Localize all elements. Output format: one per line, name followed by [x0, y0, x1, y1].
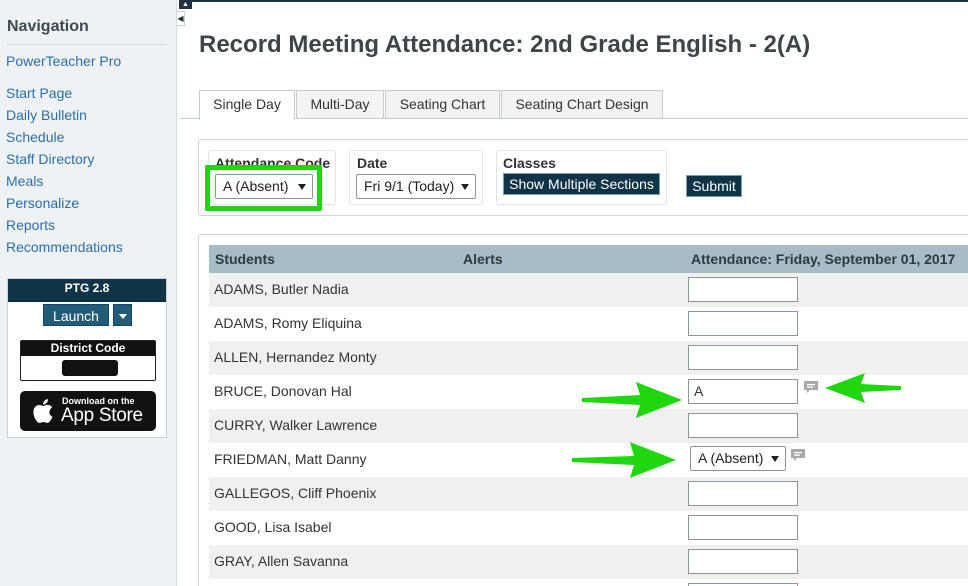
district-code-label: District Code	[21, 341, 155, 356]
header-students: Students	[215, 251, 275, 267]
apple-logo-icon	[33, 399, 53, 423]
attendance-input[interactable]	[688, 311, 798, 336]
attendance-input[interactable]	[688, 481, 798, 506]
table-row: GALLEGOS, Cliff Phoenix	[209, 477, 968, 511]
launch-button[interactable]: Launch	[43, 304, 109, 326]
ptg-widget: PTG 2.8 Launch District Code Download on…	[7, 278, 167, 438]
table-header: Students Alerts Attendance: Friday, Sept…	[209, 245, 968, 273]
sidebar-item-powerteacher-pro[interactable]: PowerTeacher Pro	[6, 53, 121, 69]
tab-seating-chart[interactable]: Seating Chart	[385, 90, 500, 119]
sidebar-item-reports[interactable]: Reports	[6, 217, 55, 233]
table-row: GRAY, Allen Savanna	[209, 545, 968, 579]
student-name: BRUCE, Donovan Hal	[214, 383, 352, 399]
tab-multi-day[interactable]: Multi-Day	[296, 90, 384, 119]
appstore-big-text: App Store	[61, 405, 143, 426]
comment-icon[interactable]	[803, 380, 819, 396]
attendance-select-value: A (Absent)	[698, 450, 764, 466]
district-code-field[interactable]	[62, 360, 118, 376]
sidebar-item-recommendations[interactable]: Recommendations	[6, 239, 123, 255]
student-name: GOOD, Lisa Isabel	[214, 519, 332, 535]
launch-dropdown-button[interactable]	[113, 304, 132, 326]
table-row: ADAMS, Romy Eliquina	[209, 307, 968, 341]
sidebar: Navigation PowerTeacher Pro Start Page D…	[0, 0, 177, 586]
tab-single-day[interactable]: Single Day	[199, 90, 295, 120]
header-alerts: Alerts	[463, 251, 503, 267]
attendance-input[interactable]	[688, 277, 798, 302]
sidebar-item-personalize[interactable]: Personalize	[6, 195, 79, 211]
page-title: Record Meeting Attendance: 2nd Grade Eng…	[199, 31, 811, 58]
green-arrow-annotation	[825, 373, 901, 403]
ptg-title: PTG 2.8	[8, 279, 166, 302]
chevron-down-icon	[461, 184, 469, 190]
attendance-input[interactable]	[688, 515, 798, 540]
green-arrow-annotation	[582, 382, 682, 418]
student-name: GRAY, Allen Savanna	[214, 553, 349, 569]
attendance-input[interactable]	[688, 345, 798, 370]
attendance-select[interactable]: A (Absent)	[690, 446, 786, 471]
student-name: ADAMS, Romy Eliquina	[214, 315, 362, 331]
header-attendance: Attendance: Friday, September 01, 2017	[691, 251, 956, 267]
tab-seating-chart-design[interactable]: Seating Chart Design	[501, 90, 663, 119]
classes-label: Classes	[503, 155, 556, 171]
submit-button[interactable]: Submit	[686, 175, 742, 197]
sidebar-item-daily-bulletin[interactable]: Daily Bulletin	[6, 107, 87, 123]
chevron-down-icon	[771, 456, 779, 462]
sidebar-item-start-page[interactable]: Start Page	[6, 85, 72, 101]
student-name: ALLEN, Hernandez Monty	[214, 349, 377, 365]
student-name: CURRY, Walker Lawrence	[214, 417, 378, 433]
show-multiple-sections-button[interactable]: Show Multiple Sections	[503, 173, 660, 195]
sidebar-item-schedule[interactable]: Schedule	[6, 129, 64, 145]
green-arrow-annotation	[572, 442, 676, 478]
table-row: ADAMS, Butler Nadia	[209, 273, 968, 307]
attendance-input[interactable]	[688, 549, 798, 574]
sidebar-item-staff-directory[interactable]: Staff Directory	[6, 151, 94, 167]
top-header-strip	[180, 0, 968, 2]
sidebar-item-meals[interactable]: Meals	[6, 173, 43, 189]
student-name: FRIEDMAN, Matt Danny	[214, 451, 367, 467]
comment-icon[interactable]	[790, 448, 806, 464]
date-select[interactable]: Fri 9/1 (Today)	[356, 174, 476, 199]
app-store-badge[interactable]: Download on the App Store	[20, 391, 156, 431]
scroll-top-icon[interactable]: ▲	[179, 0, 192, 9]
date-value: Fri 9/1 (Today)	[364, 178, 455, 194]
district-code-box: District Code	[20, 340, 156, 381]
student-name: GALLEGOS, Cliff Phoenix	[214, 485, 377, 501]
nav-divider	[7, 44, 167, 45]
nav-heading: Navigation	[7, 18, 89, 35]
date-label: Date	[357, 155, 388, 171]
student-name: ADAMS, Butler Nadia	[214, 281, 349, 297]
highlight-box-annotation	[205, 165, 322, 211]
collapse-arrow-icon[interactable]: ◀	[177, 11, 185, 26]
table-row: GOOD, Lisa Isabel	[209, 511, 968, 545]
attendance-input[interactable]	[688, 413, 798, 438]
attendance-input[interactable]: A	[688, 379, 798, 404]
table-row	[209, 579, 968, 586]
